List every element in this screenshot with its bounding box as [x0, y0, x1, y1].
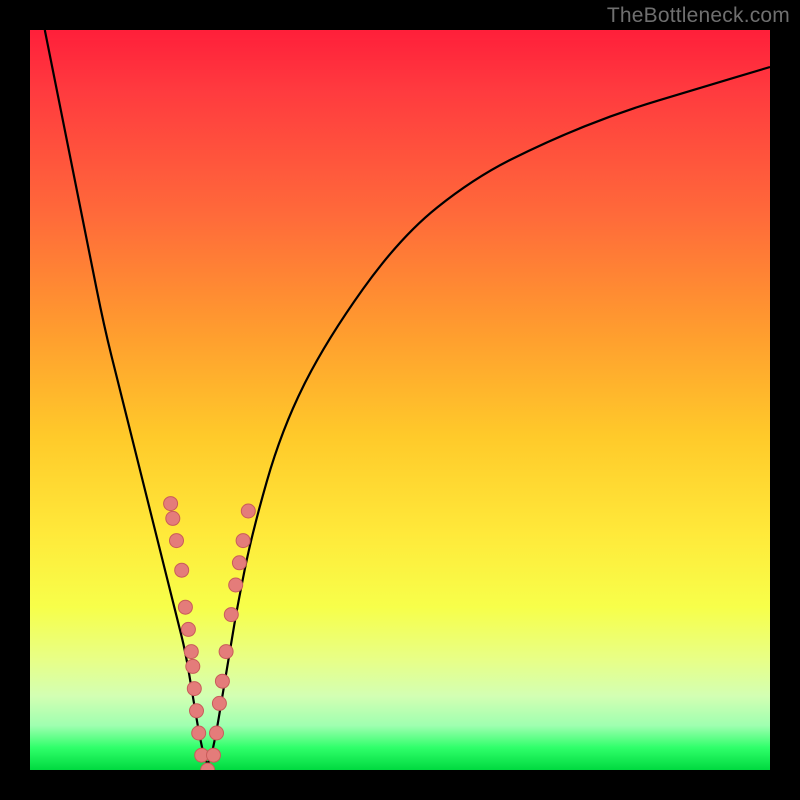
curve-marker: [184, 645, 198, 659]
curve-marker: [224, 608, 238, 622]
curve-marker: [166, 511, 180, 525]
curve-marker: [178, 600, 192, 614]
bottleneck-curve: [45, 30, 770, 763]
curve-marker: [170, 534, 184, 548]
curve-marker: [236, 534, 250, 548]
curve-marker: [210, 726, 224, 740]
chart-plot-area: [30, 30, 770, 770]
curve-marker: [229, 578, 243, 592]
curve-marker: [212, 696, 226, 710]
curve-marker: [241, 504, 255, 518]
curve-marker: [181, 622, 195, 636]
curve-marker: [186, 659, 200, 673]
curve-marker: [190, 704, 204, 718]
curve-marker: [192, 726, 206, 740]
curve-marker: [219, 645, 233, 659]
curve-marker: [187, 682, 201, 696]
watermark-text: TheBottleneck.com: [607, 4, 790, 28]
chart-frame: TheBottleneck.com: [0, 0, 800, 800]
curve-marker: [207, 748, 221, 762]
curve-marker: [232, 556, 246, 570]
curve-marker: [175, 563, 189, 577]
curve-marker: [201, 763, 215, 770]
curve-markers: [164, 497, 256, 770]
curve-marker: [164, 497, 178, 511]
curve-marker: [215, 674, 229, 688]
chart-svg: [30, 30, 770, 770]
